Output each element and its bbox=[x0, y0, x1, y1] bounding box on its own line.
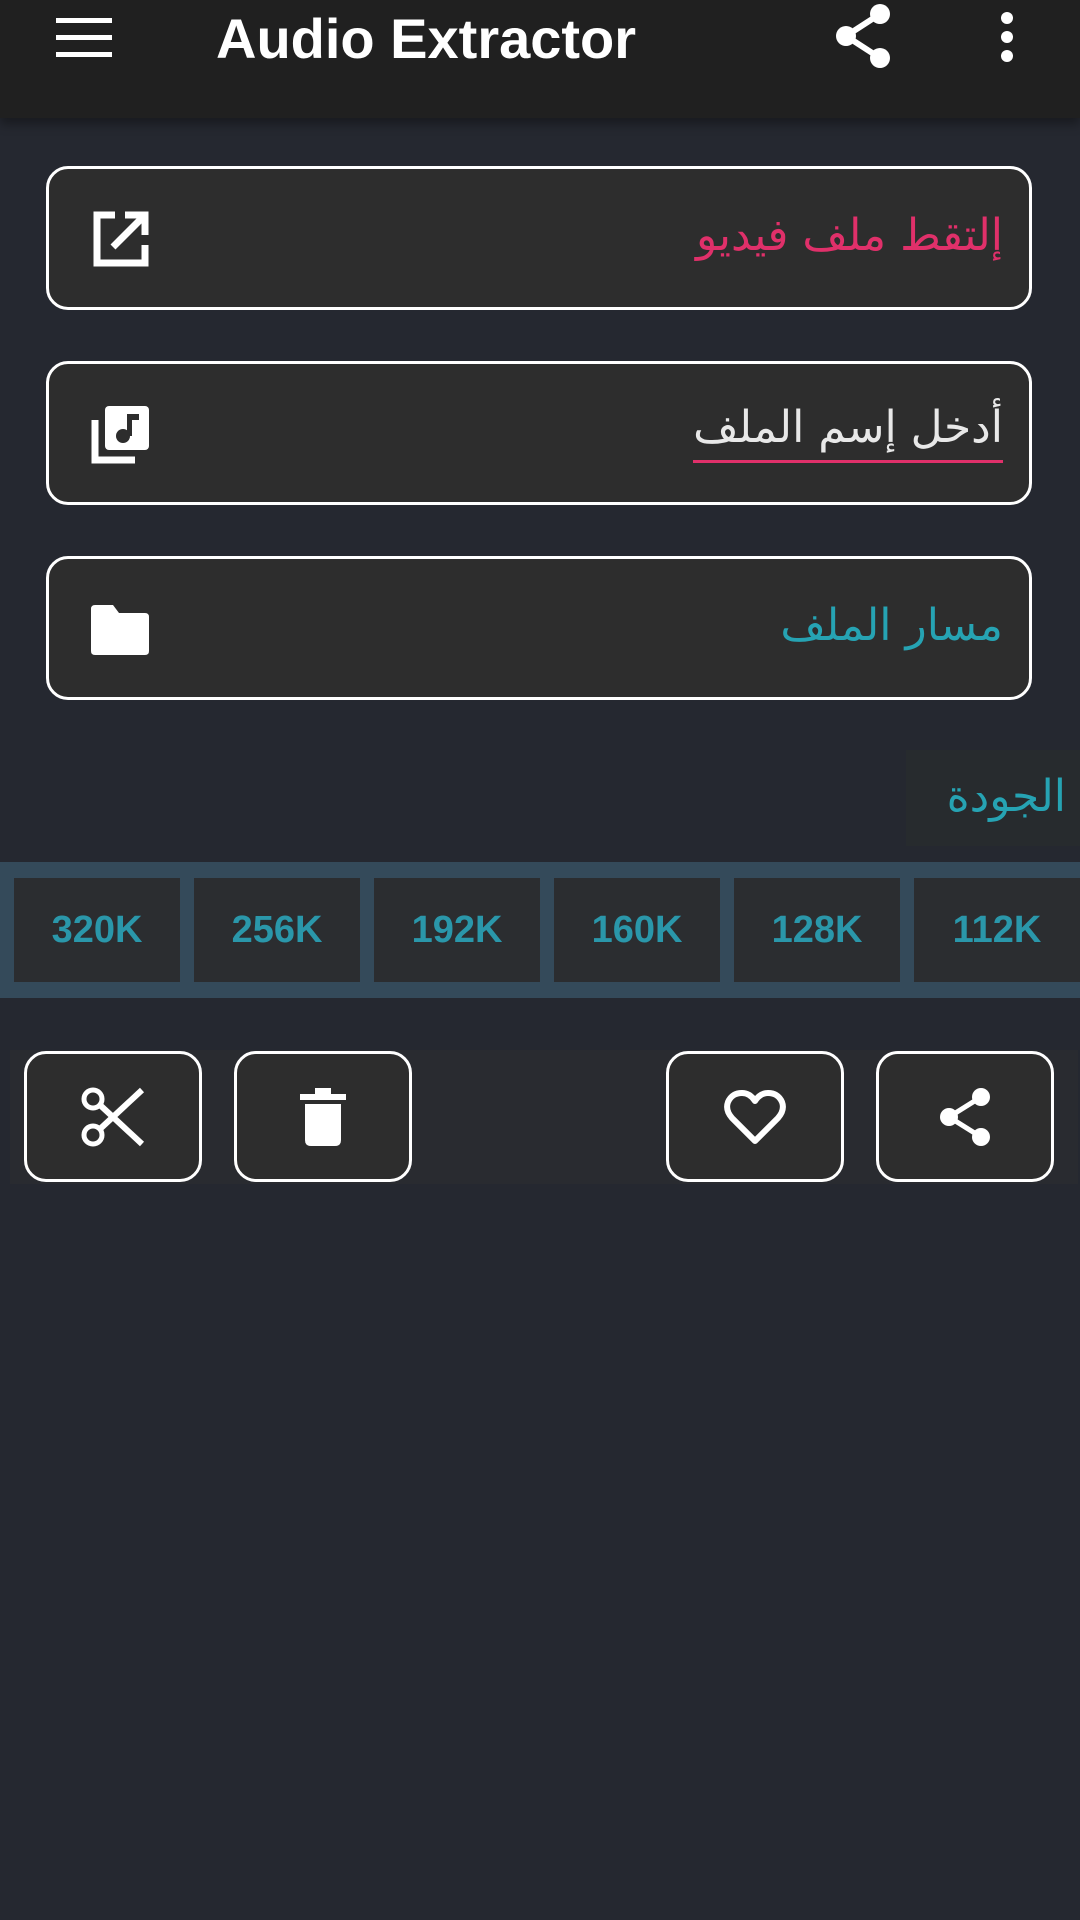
favorite-button[interactable] bbox=[666, 1051, 844, 1182]
app-bar: Audio Extractor bbox=[0, 0, 1080, 118]
bitrate-option-128k[interactable]: 128K bbox=[734, 878, 900, 982]
pick-video-button[interactable]: إلتقط ملف فيديو bbox=[46, 166, 1032, 310]
file-path-button[interactable]: مسار الملف bbox=[46, 556, 1032, 700]
bitrate-option-192k[interactable]: 192K bbox=[374, 878, 540, 982]
open-in-new-icon bbox=[89, 209, 151, 271]
cut-button[interactable] bbox=[24, 1051, 202, 1182]
bitrate-option-320k[interactable]: 320K bbox=[14, 878, 180, 982]
heart-icon bbox=[724, 1089, 786, 1144]
bitrate-option-160k[interactable]: 160K bbox=[554, 878, 720, 982]
app-title: Audio Extractor bbox=[216, 7, 637, 70]
share-button[interactable] bbox=[876, 1051, 1054, 1182]
bitrate-selector: 320K 256K 192K 160K 128K 112K bbox=[0, 862, 1080, 998]
pick-video-label: إلتقط ملف فيديو bbox=[696, 210, 1003, 261]
share-icon bbox=[940, 1087, 990, 1146]
folder-icon bbox=[89, 599, 151, 661]
trash-icon bbox=[300, 1087, 346, 1146]
more-vert-icon[interactable] bbox=[990, 10, 1024, 66]
delete-button[interactable] bbox=[234, 1051, 412, 1182]
file-name-input[interactable]: أدخل إسم الملف bbox=[693, 396, 1003, 463]
menu-icon[interactable] bbox=[52, 12, 116, 64]
library-music-icon bbox=[89, 404, 151, 466]
share-icon[interactable] bbox=[832, 2, 894, 70]
scissors-icon bbox=[81, 1087, 145, 1146]
bitrate-option-112k[interactable]: 112K bbox=[914, 878, 1080, 982]
quality-section: الجودة bbox=[906, 750, 1080, 846]
quality-label: الجودة bbox=[946, 771, 1066, 822]
file-path-label: مسار الملف bbox=[780, 600, 1003, 651]
file-name-field[interactable]: أدخل إسم الملف bbox=[46, 361, 1032, 505]
bitrate-option-256k[interactable]: 256K bbox=[194, 878, 360, 982]
